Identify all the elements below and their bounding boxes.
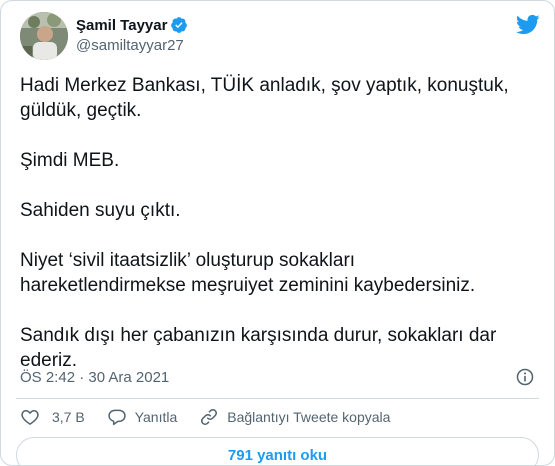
- heart-icon: [21, 410, 39, 425]
- like-button[interactable]: 3,7 B: [20, 407, 85, 427]
- copy-link-label: Bağlantıyı Tweete kopyala: [227, 409, 391, 425]
- verified-badge-icon: [171, 17, 188, 33]
- twitter-bird-icon[interactable]: [515, 12, 540, 37]
- tweet-paragraph: Niyet ‘sivil itaatsizlik’ oluşturup soka…: [20, 250, 476, 296]
- reply-label: Yanıtla: [134, 409, 178, 425]
- reply-button[interactable]: Yanıtla: [107, 407, 178, 427]
- copy-link-button[interactable]: Bağlantıyı Tweete kopyala: [199, 407, 390, 427]
- read-replies-button[interactable]: 791 yanıtı oku: [16, 437, 539, 465]
- read-replies-label: 791 yanıtı oku: [227, 446, 328, 464]
- link-icon: [201, 409, 218, 425]
- tweet-paragraph: Şimdi MEB.: [20, 150, 120, 171]
- reply-bubble-icon: [108, 409, 126, 426]
- author-name[interactable]: Şamil Tayyar: [76, 17, 167, 34]
- info-icon[interactable]: [515, 367, 535, 387]
- tweet-header: Şamil Tayyar @samiltayyar27: [20, 12, 540, 60]
- tweet-paragraph: Sahiden suyu çıktı.: [20, 200, 181, 221]
- avatar[interactable]: [20, 12, 68, 60]
- tweet-paragraph: Sandık dışı her çabanızın karşısında dur…: [20, 325, 497, 371]
- tweet-timestamp[interactable]: ÖS 2:42 · 30 Ara 2021: [20, 369, 169, 386]
- like-count: 3,7 B: [52, 409, 85, 425]
- author-handle[interactable]: @samiltayyar27: [76, 37, 188, 54]
- tweet-paragraph: Hadi Merkez Bankası, TÜİK anladık, şov y…: [20, 75, 509, 121]
- tweet-meta: ÖS 2:42 · 30 Ara 2021: [20, 367, 535, 389]
- tweet-card: Şamil Tayyar @samiltayyar27 Hadi Merkez …: [0, 0, 555, 466]
- tweet-text: Hadi Merkez Bankası, TÜİK anladık, şov y…: [20, 73, 535, 398]
- author-names: Şamil Tayyar @samiltayyar27: [76, 15, 188, 54]
- divider: [16, 398, 539, 399]
- tweet-actions: 3,7 B Yanıtla Bağlantıyı Tweete kopyala: [20, 405, 412, 429]
